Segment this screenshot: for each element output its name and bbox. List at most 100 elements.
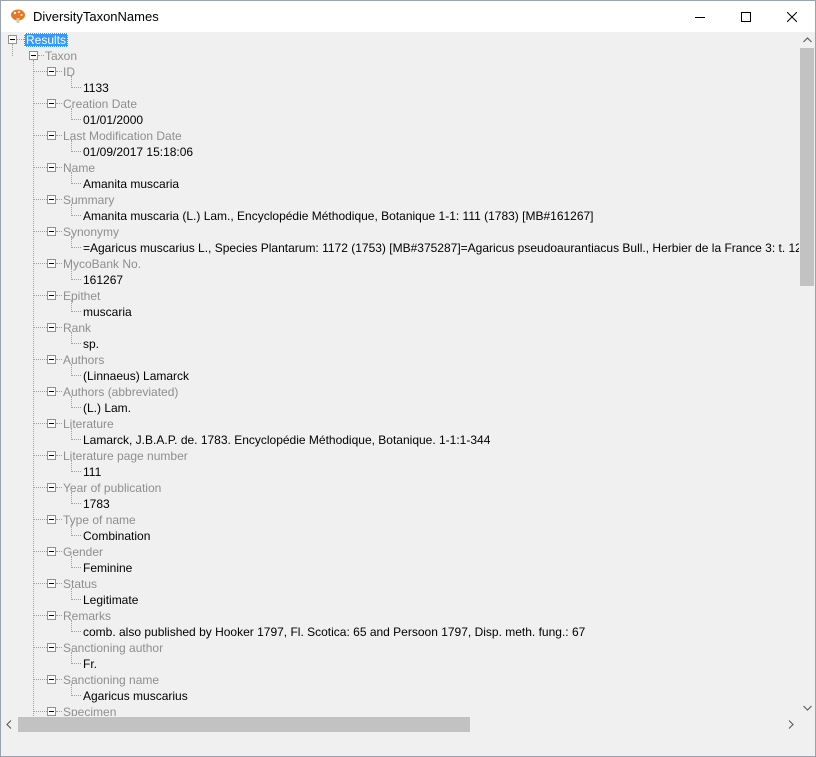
- field-node[interactable]: Authors (abbreviated): [63, 384, 178, 400]
- minus-box-icon[interactable]: [47, 547, 56, 556]
- minus-box-icon[interactable]: [47, 355, 56, 364]
- minus-box-icon[interactable]: [47, 195, 56, 204]
- field-value: 01/01/2000: [83, 113, 144, 127]
- vertical-scrollbar[interactable]: [799, 32, 815, 716]
- minus-box-icon[interactable]: [47, 707, 56, 716]
- scroll-up-button[interactable]: [799, 32, 815, 48]
- field-node[interactable]: Year of publication: [63, 480, 161, 496]
- minus-box-icon[interactable]: [47, 131, 56, 140]
- minus-box-icon[interactable]: [29, 51, 38, 60]
- field-node[interactable]: Sanctioning author: [63, 640, 163, 656]
- field-value-node[interactable]: =Agaricus muscarius L., Species Plantaru…: [83, 240, 799, 256]
- field-value: sp.: [83, 337, 100, 351]
- field-node[interactable]: Epithet: [63, 288, 100, 304]
- minus-box-icon[interactable]: [47, 643, 56, 652]
- field-node[interactable]: Specimen: [63, 704, 116, 716]
- tree-root-label: Results: [24, 33, 69, 47]
- minus-box-icon[interactable]: [47, 291, 56, 300]
- scroll-down-button[interactable]: [799, 700, 815, 716]
- minimize-button[interactable]: [677, 1, 723, 32]
- field-node[interactable]: Sanctioning name: [63, 672, 159, 688]
- tree-node-taxon[interactable]: Taxon: [45, 48, 77, 64]
- field-label: Last Modification Date: [63, 129, 182, 143]
- field-node[interactable]: Status: [63, 576, 97, 592]
- horizontal-scroll-thumb[interactable]: [18, 717, 470, 732]
- field-label: Authors: [63, 353, 105, 367]
- field-node[interactable]: Authors: [63, 352, 104, 368]
- scroll-left-button[interactable]: [1, 716, 17, 732]
- field-value-node[interactable]: Amanita muscaria: [83, 176, 179, 192]
- minus-box-icon[interactable]: [47, 419, 56, 428]
- field-label: Gender: [63, 545, 104, 559]
- field-value: comb. also published by Hooker 1797, Fl.…: [83, 625, 586, 639]
- field-value-node[interactable]: Combination: [83, 528, 150, 544]
- field-node[interactable]: Type of name: [63, 512, 136, 528]
- minus-box-icon[interactable]: [47, 611, 56, 620]
- horizontal-scrollbar[interactable]: [1, 716, 799, 733]
- field-node[interactable]: Creation Date: [63, 96, 137, 112]
- field-node[interactable]: ID: [63, 64, 75, 80]
- field-value-node[interactable]: 01/09/2017 15:18:06: [83, 144, 193, 160]
- field-value-node[interactable]: (L.) Lam.: [83, 400, 131, 416]
- field-value-node[interactable]: 01/01/2000: [83, 112, 143, 128]
- field-value: muscaria: [83, 305, 132, 319]
- field-value-node[interactable]: sp.: [83, 336, 99, 352]
- field-value-node[interactable]: Amanita muscaria (L.) Lam., Encyclopédie…: [83, 208, 594, 224]
- minus-box-icon[interactable]: [47, 579, 56, 588]
- minus-box-icon[interactable]: [47, 323, 56, 332]
- maximize-icon: [741, 11, 751, 22]
- minus-box-icon[interactable]: [47, 387, 56, 396]
- field-value: 161267: [83, 273, 124, 287]
- field-label: Epithet: [63, 289, 101, 303]
- field-value: Feminine: [83, 561, 133, 575]
- minus-box-icon[interactable]: [47, 259, 56, 268]
- field-value-node[interactable]: 1783: [83, 496, 110, 512]
- field-label: MycoBank No.: [63, 257, 142, 271]
- field-value-node[interactable]: 1133: [83, 80, 109, 96]
- minus-box-icon[interactable]: [47, 163, 56, 172]
- tree-root-results[interactable]: Results: [24, 32, 69, 48]
- results-tree[interactable]: Results Taxon ID 1133 Creation Date 01/01/2…: [1, 32, 799, 716]
- close-icon: [787, 11, 797, 22]
- field-value-node[interactable]: muscaria: [83, 304, 132, 320]
- field-value-node[interactable]: 161267: [83, 272, 123, 288]
- field-node[interactable]: Last Modification Date: [63, 128, 182, 144]
- field-value: Combination: [83, 529, 151, 543]
- app-window: DiversityTaxonNames Results Taxon ID 113…: [0, 0, 816, 757]
- field-node[interactable]: Literature page number: [63, 448, 188, 464]
- field-value-node[interactable]: Agaricus muscarius: [83, 688, 188, 704]
- minus-box-icon[interactable]: [47, 227, 56, 236]
- field-value-node[interactable]: Lamarck, J.B.A.P. de. 1783. Encyclopédie…: [83, 432, 490, 448]
- maximize-button[interactable]: [723, 1, 769, 32]
- field-value-node[interactable]: 111: [83, 464, 101, 480]
- field-label: Creation Date: [63, 97, 138, 111]
- field-label: Year of publication: [63, 481, 162, 495]
- field-node[interactable]: MycoBank No.: [63, 256, 141, 272]
- field-node[interactable]: Rank: [63, 320, 91, 336]
- minus-box-icon[interactable]: [8, 35, 17, 44]
- minus-box-icon[interactable]: [47, 675, 56, 684]
- minus-box-icon[interactable]: [47, 67, 56, 76]
- field-value-node[interactable]: Fr.: [83, 656, 97, 672]
- field-label: Authors (abbreviated): [63, 385, 179, 399]
- field-label: Type of name: [63, 513, 136, 527]
- minus-box-icon[interactable]: [47, 483, 56, 492]
- field-value-node[interactable]: Feminine: [83, 560, 132, 576]
- scroll-right-button[interactable]: [783, 716, 799, 732]
- field-value-node[interactable]: comb. also published by Hooker 1797, Fl.…: [83, 624, 585, 640]
- field-value: 1133: [83, 81, 109, 95]
- minus-box-icon[interactable]: [47, 515, 56, 524]
- minus-box-icon[interactable]: [47, 451, 56, 460]
- field-value-node[interactable]: Legitimate: [83, 592, 138, 608]
- vertical-scroll-thumb[interactable]: [800, 48, 814, 286]
- field-value-node[interactable]: (Linnaeus) Lamarck: [83, 368, 189, 384]
- field-value: Amanita muscaria (L.) Lam., Encyclopédie…: [83, 209, 594, 223]
- field-value: 01/09/2017 15:18:06: [83, 145, 194, 159]
- title-bar[interactable]: DiversityTaxonNames: [1, 1, 815, 32]
- window-title: DiversityTaxonNames: [33, 9, 159, 24]
- chevron-left-icon: [6, 719, 12, 729]
- field-node[interactable]: Gender: [63, 544, 103, 560]
- field-node[interactable]: Name: [63, 160, 95, 176]
- minus-box-icon[interactable]: [47, 99, 56, 108]
- close-button[interactable]: [769, 1, 815, 32]
